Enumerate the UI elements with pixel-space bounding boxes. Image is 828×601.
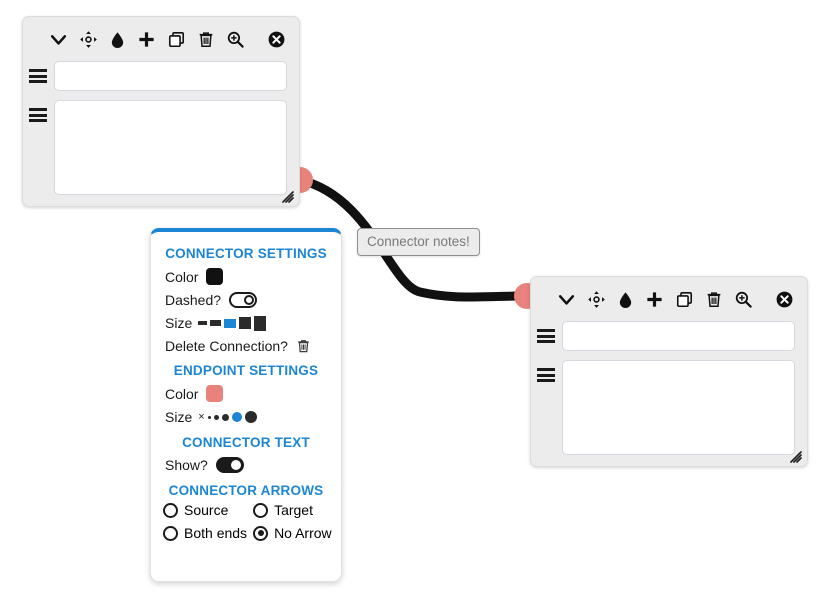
close-icon[interactable]: [267, 28, 286, 50]
node-2-title-input[interactable]: [562, 321, 795, 351]
node-1-resize-handle[interactable]: [282, 190, 294, 203]
connector-settings-panel[interactable]: CONNECTOR SETTINGS Color Dashed? Size De…: [150, 228, 342, 582]
radio-source[interactable]: [163, 502, 178, 518]
arrow-option-no-arrow[interactable]: No Arrow: [253, 525, 332, 541]
connector-size-option-1[interactable]: [198, 321, 208, 325]
node-2-title-row: [531, 321, 807, 351]
arrow-option-both-ends[interactable]: Both ends: [163, 525, 247, 541]
zoom-in-icon[interactable]: [226, 28, 245, 50]
move-icon[interactable]: [79, 28, 98, 50]
chevron-down-icon[interactable]: [49, 28, 68, 50]
node-2-body-textarea[interactable]: [562, 360, 795, 455]
node-2-resize-handle[interactable]: [790, 450, 802, 463]
endpoint-size-option-4[interactable]: [231, 412, 242, 422]
node-card-1[interactable]: [22, 16, 300, 207]
zoom-in-icon[interactable]: [734, 288, 753, 310]
chevron-down-icon[interactable]: [557, 288, 576, 310]
node-card-2[interactable]: [530, 276, 808, 467]
plus-icon[interactable]: [137, 28, 156, 50]
connector-size-option-3[interactable]: [224, 318, 237, 328]
endpoint-size-label: Size: [165, 409, 193, 425]
arrow-options-group: Source Target Both ends No Arrow: [151, 502, 341, 541]
endpoint-size-option-3[interactable]: [221, 413, 229, 421]
show-text-toggle[interactable]: [215, 457, 244, 473]
endpoint-color-label: Color: [165, 385, 199, 402]
node-2-toolbar: [531, 277, 807, 321]
copy-icon[interactable]: [167, 28, 186, 50]
drag-handle-icon[interactable]: [537, 366, 555, 384]
arrow-option-no-arrow-label: No Arrow: [274, 525, 332, 541]
delete-connection-trash-icon[interactable]: [296, 338, 311, 354]
node-1-body-textarea[interactable]: [54, 100, 287, 195]
connector-size-option-5[interactable]: [254, 315, 267, 331]
radio-both-ends[interactable]: [163, 525, 178, 541]
connector-color-label: Color: [165, 268, 199, 285]
endpoint-size-option-1[interactable]: [207, 415, 211, 419]
drag-handle-icon[interactable]: [29, 106, 47, 124]
node-1-title-row: [23, 61, 299, 91]
connector-color-swatch[interactable]: [206, 268, 224, 285]
endpoint-size-option-none[interactable]: ×: [198, 411, 204, 423]
diagram-canvas[interactable]: Connector notes! CONNECTOR SETTINGS Colo…: [0, 0, 828, 601]
arrow-option-target-label: Target: [274, 502, 313, 518]
copy-icon[interactable]: [675, 288, 694, 310]
drag-handle-icon[interactable]: [29, 67, 47, 85]
droplet-icon[interactable]: [617, 288, 634, 310]
endpoint-color-swatch[interactable]: [206, 385, 224, 402]
trash-icon[interactable]: [197, 28, 215, 50]
connector-text-heading: CONNECTOR TEXT: [182, 435, 310, 450]
dashed-label: Dashed?: [165, 292, 222, 308]
move-icon[interactable]: [587, 288, 606, 310]
trash-icon[interactable]: [705, 288, 723, 310]
connector-size-label: Size: [165, 315, 193, 331]
endpoint-size-row: Size ×: [151, 409, 341, 425]
connector-label[interactable]: Connector notes!: [357, 228, 480, 256]
endpoint-size-option-2[interactable]: [213, 414, 219, 420]
dashed-toggle[interactable]: [229, 292, 258, 308]
endpoint-color-row: Color: [151, 385, 341, 402]
arrow-option-both-ends-label: Both ends: [184, 525, 248, 541]
drag-handle-icon[interactable]: [537, 327, 555, 345]
connector-color-row: Color: [151, 268, 341, 285]
connector-settings-heading: CONNECTOR SETTINGS: [165, 246, 327, 261]
delete-connection-label: Delete Connection?: [165, 338, 288, 354]
close-icon[interactable]: [775, 288, 794, 310]
endpoint-settings-heading: ENDPOINT SETTINGS: [173, 363, 319, 378]
arrow-option-source-label: Source: [184, 502, 229, 518]
connector-size-option-2[interactable]: [210, 320, 222, 326]
node-2-body-row: [531, 360, 807, 455]
arrow-option-source[interactable]: Source: [163, 502, 247, 518]
connector-size-row: Size: [151, 315, 341, 331]
dashed-row: Dashed?: [151, 292, 341, 308]
droplet-icon[interactable]: [109, 28, 126, 50]
node-1-toolbar: [23, 17, 299, 61]
endpoint-size-option-5[interactable]: [244, 411, 257, 423]
arrow-option-target[interactable]: Target: [253, 502, 332, 518]
delete-connection-row: Delete Connection?: [151, 338, 341, 354]
node-1-body-row: [23, 100, 299, 195]
connector-arrows-heading: CONNECTOR ARROWS: [168, 483, 324, 498]
node-1-title-input[interactable]: [54, 61, 287, 91]
radio-no-arrow[interactable]: [253, 525, 269, 541]
show-text-row: Show?: [151, 457, 341, 473]
plus-icon[interactable]: [645, 288, 664, 310]
connector-size-option-4[interactable]: [239, 317, 252, 329]
radio-target[interactable]: [253, 502, 269, 518]
show-text-label: Show?: [165, 457, 208, 473]
